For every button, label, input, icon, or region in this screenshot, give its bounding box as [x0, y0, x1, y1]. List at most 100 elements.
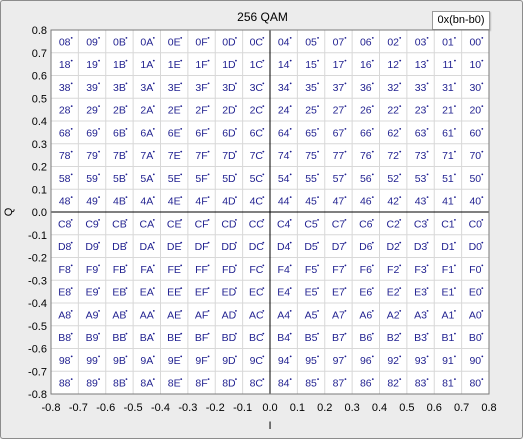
constellation-point [454, 59, 456, 62]
constellation-point [98, 59, 100, 62]
point-label: DE [167, 241, 182, 253]
point-label: F4 [278, 264, 290, 276]
point-label: B8 [58, 332, 71, 344]
point-label: 99 [86, 355, 98, 367]
point-label: 5F [195, 173, 207, 185]
point-label: 66 [360, 127, 372, 139]
point-label: 70 [469, 150, 481, 162]
point-label: 8F [195, 378, 207, 390]
point-label: ED [222, 287, 237, 299]
point-label: E3 [414, 287, 427, 299]
point-label: E9 [86, 287, 99, 299]
point-label: 23 [415, 105, 427, 117]
constellation-point [317, 196, 319, 199]
point-label: 8E [168, 378, 181, 390]
y-tick-label: -0.8 [28, 389, 47, 401]
point-label: 59 [86, 173, 98, 185]
point-label: F0 [469, 264, 481, 276]
point-label: 1F [195, 59, 207, 71]
constellation-point [481, 36, 484, 39]
x-tick-label: 0.6 [427, 402, 442, 414]
point-label: 10 [469, 59, 481, 71]
point-label: AF [195, 309, 208, 321]
point-label: 0D [222, 36, 236, 48]
constellation-point [344, 196, 347, 199]
point-label: F5 [305, 264, 317, 276]
constellation-point [481, 105, 484, 108]
point-label: 7B [113, 150, 126, 162]
point-label: 22 [387, 105, 399, 117]
y-tick-label: 0.6 [32, 71, 47, 83]
point-label: 0F [195, 36, 207, 48]
point-label: 0E [168, 36, 181, 48]
point-label: 32 [387, 82, 399, 94]
constellation-point [371, 150, 374, 153]
point-label: FA [140, 264, 153, 276]
constellation-point [98, 105, 100, 108]
point-label: 96 [360, 355, 372, 367]
constellation-point [454, 196, 456, 199]
constellation-point [344, 59, 347, 62]
point-label: B4 [277, 332, 290, 344]
point-label: 47 [333, 196, 345, 208]
constellation-point [98, 150, 100, 153]
point-label: 5A [140, 173, 153, 185]
point-label: 9E [168, 355, 181, 367]
x-tick-label: -0.2 [206, 402, 225, 414]
point-label: B5 [305, 332, 318, 344]
constellation-point [399, 105, 402, 108]
constellation-point [426, 150, 429, 153]
y-tick-label: -0.1 [28, 230, 47, 242]
point-label: 94 [278, 355, 290, 367]
x-tick-label: -0.8 [42, 402, 61, 414]
constellation-point [371, 36, 374, 39]
point-label: E7 [332, 287, 345, 299]
constellation-point [454, 378, 456, 381]
constellation-point [317, 173, 319, 176]
point-label: 9C [250, 355, 264, 367]
constellation-point [289, 196, 292, 199]
constellation-point [70, 355, 73, 358]
point-label: D6 [359, 241, 373, 253]
constellation-point [344, 82, 347, 85]
y-tick-label: -0.4 [28, 298, 47, 310]
point-label: F2 [387, 264, 399, 276]
point-label: F3 [414, 264, 426, 276]
point-label: 0A [140, 36, 153, 48]
point-label: 1E [168, 59, 181, 71]
point-label: EE [167, 287, 181, 299]
point-label: BE [167, 332, 181, 344]
point-label: 06 [360, 36, 372, 48]
point-label: 12 [387, 59, 399, 71]
point-label: 09 [86, 36, 98, 48]
constellation-point [426, 196, 429, 199]
point-label: 7D [222, 150, 236, 162]
y-tick-label: -0.7 [28, 366, 47, 378]
point-label: A0 [469, 309, 482, 321]
point-label: 49 [86, 196, 98, 208]
point-label: 7C [250, 150, 264, 162]
point-label: 2B [113, 105, 126, 117]
point-label: C3 [414, 218, 428, 230]
point-label: 1D [222, 59, 236, 71]
point-label: 28 [59, 105, 71, 117]
point-label: 50 [469, 173, 481, 185]
constellation-point [481, 173, 484, 176]
y-axis-title: Q [3, 207, 15, 216]
point-label: 8C [250, 378, 264, 390]
point-label: 3B [113, 82, 126, 94]
point-label: 83 [415, 378, 427, 390]
point-label: 8D [222, 378, 236, 390]
constellation-point [399, 196, 402, 199]
point-label: DB [112, 241, 127, 253]
point-label: E5 [305, 287, 318, 299]
point-label: 4D [222, 196, 236, 208]
constellation-point [98, 82, 100, 85]
point-label: 4B [113, 196, 126, 208]
constellation-point [481, 355, 484, 358]
point-label: 54 [278, 173, 290, 185]
constellation-point [371, 378, 374, 381]
constellation-point [454, 173, 456, 176]
point-label: A4 [277, 309, 290, 321]
constellation-point [98, 173, 100, 176]
